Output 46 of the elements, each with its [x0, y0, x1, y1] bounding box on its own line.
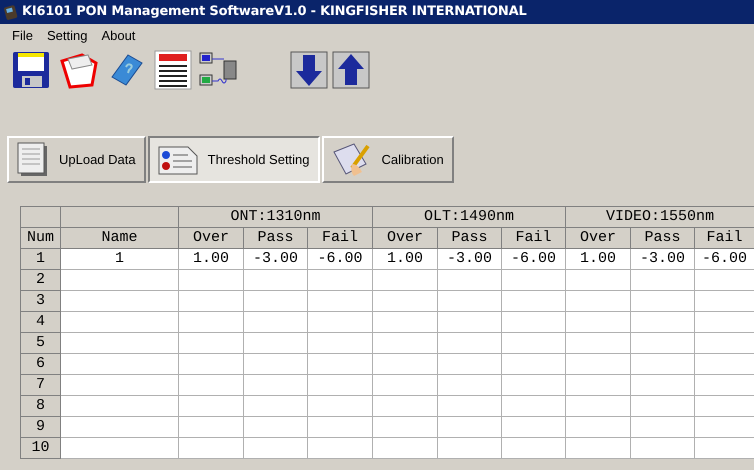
table-cell: 1: [60, 248, 178, 270]
tab[interactable]: Calibration: [322, 136, 454, 183]
column-header: Fail: [694, 228, 754, 248]
column-header: Pass: [438, 228, 502, 248]
column-group-header: OLT:1490nm: [372, 206, 566, 228]
column-header: Fail: [502, 228, 566, 248]
table-cell: -6.00: [502, 248, 566, 270]
column-header: Num: [20, 228, 60, 248]
row-number: 5: [20, 332, 60, 354]
row-number: 7: [20, 374, 60, 396]
row-number: 1: [20, 248, 60, 270]
column-header: Over: [372, 228, 438, 248]
column-header: Pass: [244, 228, 308, 248]
scroll-pen-icon: [332, 142, 372, 178]
tab[interactable]: UpLoad Data: [7, 136, 146, 183]
tab[interactable]: Threshold Setting: [148, 136, 320, 183]
row-number: 2: [20, 270, 60, 290]
table-cell: -3.00: [630, 248, 695, 270]
table-cell: 1.00: [178, 248, 244, 270]
document-icon: [17, 142, 49, 178]
settings-sheet-icon: [158, 144, 198, 174]
row-number: 6: [20, 354, 60, 374]
column-header: Pass: [630, 228, 695, 248]
table-cell: -3.00: [438, 248, 502, 270]
device-icon: [4, 4, 18, 20]
column-header: Over: [566, 228, 631, 248]
column-group-header: VIDEO:1550nm: [566, 206, 754, 228]
row-number: 3: [20, 290, 60, 312]
row-number: 4: [20, 312, 60, 332]
column-header: Fail: [308, 228, 373, 248]
folder-icon[interactable]: [58, 51, 98, 89]
menu-item[interactable]: Setting: [46, 26, 88, 46]
menu-item[interactable]: File: [12, 26, 33, 46]
window-title: KI6101 PON Management SoftwareV1.0 - KINGFISHER INTERNATIONAL: [22, 3, 527, 22]
row-number: 9: [20, 416, 60, 438]
document-icon[interactable]: [154, 50, 192, 90]
row-number: 10: [20, 438, 60, 458]
column-header: Over: [178, 228, 244, 248]
table-cell: 1.00: [372, 248, 438, 270]
menu-item[interactable]: About: [101, 26, 136, 46]
table-cell: -3.00: [244, 248, 308, 270]
table-cell: 1.00: [566, 248, 631, 270]
column-header: Name: [60, 228, 178, 248]
column-group-header: ONT:1310nm: [178, 206, 373, 228]
table-cell: -6.00: [308, 248, 373, 270]
row-number: 8: [20, 396, 60, 416]
